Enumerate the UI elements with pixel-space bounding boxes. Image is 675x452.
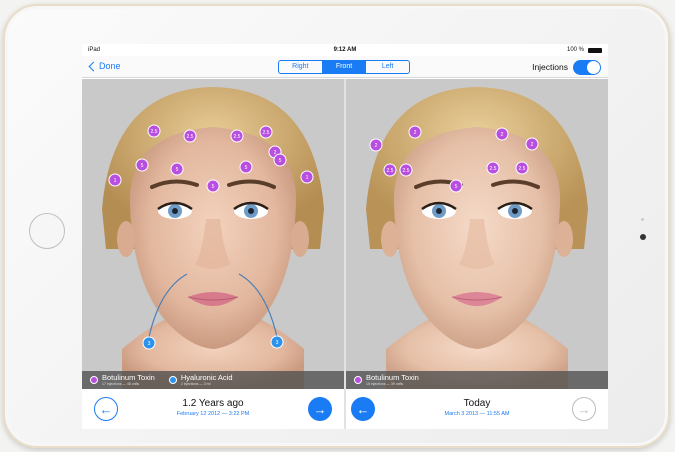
injection-marker[interactable]: 2.5 [399, 163, 413, 177]
injection-marker[interactable]: 1 [108, 173, 122, 187]
injections-label: Injections [532, 62, 568, 72]
injection-marker[interactable]: 2 [408, 125, 422, 139]
battery-icon [588, 48, 602, 53]
legend-detail: 15 injections — 39 units [366, 381, 404, 386]
filler-marker[interactable]: 3 [142, 336, 156, 350]
nav-bar: Done Right Front Left Injections [82, 56, 608, 78]
svg-text:5: 5 [279, 158, 282, 164]
chevron-left-icon [88, 61, 99, 71]
injection-marker[interactable]: 5 [135, 158, 149, 172]
injection-marker[interactable]: 2 [495, 127, 509, 141]
injection-marker[interactable]: 2.5 [486, 161, 500, 175]
legend-detail: 17 injections — 48 units [102, 381, 140, 386]
svg-text:2.5: 2.5 [263, 130, 270, 136]
svg-text:5: 5 [176, 167, 179, 173]
svg-text:5: 5 [212, 184, 215, 190]
svg-text:2.5: 2.5 [187, 134, 194, 140]
injection-marker[interactable]: 5 [206, 179, 220, 193]
injection-marker[interactable]: 5 [273, 153, 287, 167]
svg-text:2.5: 2.5 [403, 168, 410, 174]
next-button[interactable]: → [572, 397, 596, 421]
injection-marker[interactable]: 2.5 [515, 161, 529, 175]
legend-dot [90, 376, 98, 384]
app-screen: iPad 9:12 AM 100 % Done Right Front Left… [82, 44, 608, 429]
legend-item-botulinum: Botulinum Toxin 17 injections — 48 units [90, 374, 155, 386]
legend-item-hyaluronic: Hyaluronic Acid 2 injections — 3 ml [168, 373, 233, 386]
svg-text:2.5: 2.5 [519, 166, 526, 172]
segment-front[interactable]: Front [322, 61, 367, 73]
before-photo-panel: 2.5 2.5 2.5 2.5 2 5 5 5 5 1 1 5 3 3 Botu… [82, 79, 344, 389]
filler-marker[interactable]: 3 [270, 335, 284, 349]
injection-marker[interactable]: 2.5 [147, 124, 161, 138]
legend-label: Botulinum Toxin [102, 373, 155, 382]
injection-marker[interactable]: 2 [525, 137, 539, 151]
camera [640, 234, 646, 240]
svg-text:5: 5 [245, 165, 248, 171]
battery-percent: 100 % [566, 47, 584, 53]
injections-toggle[interactable] [573, 60, 601, 75]
injection-marker[interactable]: 1 [300, 170, 314, 184]
injection-marker[interactable]: 2.5 [383, 163, 397, 177]
injection-marker[interactable]: 2.5 [183, 129, 197, 143]
next-button[interactable]: → [308, 397, 332, 421]
arrow-right-icon: → [577, 401, 591, 417]
svg-text:2.5: 2.5 [151, 129, 158, 135]
svg-text:5: 5 [141, 163, 144, 169]
svg-text:2: 2 [414, 130, 417, 136]
arrow-right-icon: → [313, 401, 327, 417]
timeline-date: February 12 2012 — 3:22 PM [176, 411, 250, 417]
segment-left[interactable]: Left [366, 61, 409, 73]
svg-text:2: 2 [531, 142, 534, 148]
face-photo-before: 2.5 2.5 2.5 2.5 2 5 5 5 5 1 1 5 3 3 [82, 79, 344, 389]
current-timeline-bar: ← Today March 3 2013 — 11:55 AM → [346, 389, 608, 429]
svg-text:2: 2 [375, 143, 378, 149]
timeline-title: 1.2 Years ago [182, 398, 244, 409]
home-button[interactable] [29, 213, 65, 249]
injection-legend: Botulinum Toxin 17 injections — 48 units… [82, 371, 344, 389]
sensor [641, 218, 644, 221]
svg-text:2.5: 2.5 [387, 168, 394, 174]
done-label: Done [99, 61, 121, 71]
current-photo-panel: 2 2 2 2 2.5 2.5 2.5 2.5 5 Botulinum Toxi… [346, 79, 608, 389]
timeline-date: March 3 2013 — 11:55 AM [444, 411, 510, 417]
legend-detail: 2 injections — 3 ml [180, 381, 211, 386]
segment-right[interactable]: Right [279, 61, 323, 73]
clock: 9:12 AM [333, 47, 357, 53]
legend-label: Botulinum Toxin [366, 373, 419, 382]
injection-legend: Botulinum Toxin 15 injections — 39 units [346, 371, 608, 389]
svg-text:3: 3 [276, 340, 279, 346]
svg-text:1: 1 [306, 175, 309, 181]
svg-text:1: 1 [114, 178, 117, 184]
injection-marker[interactable]: 5 [449, 179, 463, 193]
svg-text:3: 3 [148, 341, 151, 347]
before-timeline-bar: ← 1.2 Years ago February 12 2012 — 3:22 … [82, 389, 344, 429]
injection-marker[interactable]: 5 [239, 160, 253, 174]
svg-text:2.5: 2.5 [234, 134, 241, 140]
legend-dot [354, 376, 362, 384]
legend-item-botulinum: Botulinum Toxin 15 injections — 39 units [354, 374, 419, 386]
legend-dot [168, 376, 177, 384]
done-button[interactable]: Done [88, 61, 121, 71]
face-photo-current: 2 2 2 2 2.5 2.5 2.5 2.5 5 [346, 79, 608, 389]
svg-text:5: 5 [455, 184, 458, 190]
legend-label: Hyaluronic Acid [180, 373, 233, 382]
injection-marker[interactable]: 2 [369, 138, 383, 152]
view-segmented-control: Right Front Left [278, 60, 410, 74]
injection-marker[interactable]: 2.5 [230, 129, 244, 143]
status-bar: iPad 9:12 AM 100 % [82, 44, 608, 56]
injection-marker[interactable]: 5 [170, 162, 184, 176]
svg-text:2: 2 [501, 132, 504, 138]
toggle-knob [587, 61, 600, 74]
timeline-title: Today [463, 398, 491, 409]
svg-text:2.5: 2.5 [490, 166, 497, 172]
injection-marker[interactable]: 2.5 [259, 125, 273, 139]
